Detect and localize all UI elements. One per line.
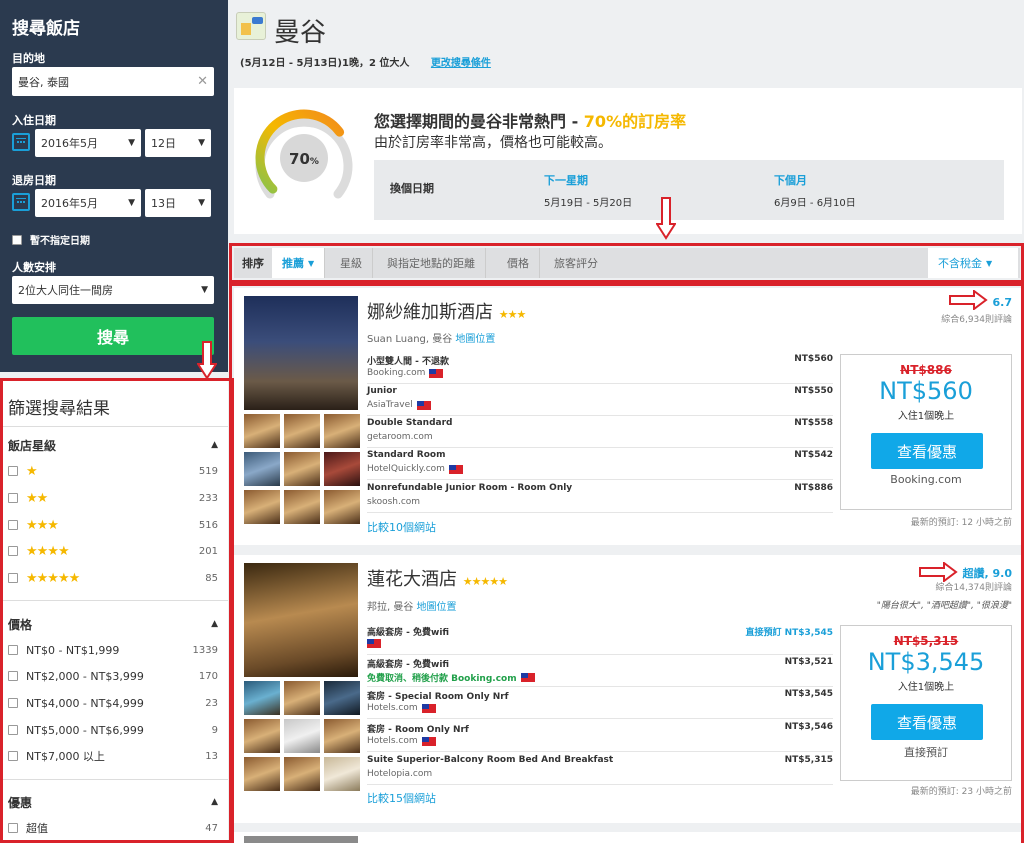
gauge-unit: %: [310, 157, 319, 167]
search-button[interactable]: 搜尋: [12, 317, 214, 355]
checkout-label: 退房日期: [12, 174, 56, 187]
annotation-arrow-icon: [656, 197, 676, 240]
annotation-box: [0, 378, 234, 843]
annotation-arrow-icon: [197, 341, 217, 380]
popularity-subtitle: 由於訂房率非常高，價格也可能較高。: [374, 135, 612, 151]
guests-label: 人數安排: [12, 261, 56, 274]
checkout-month-select[interactable]: 2016年5月 ▼: [35, 189, 141, 217]
search-heading: 搜尋飯店: [12, 19, 80, 39]
calendar-icon[interactable]: [12, 133, 30, 151]
occupancy-gauge: 70%: [255, 109, 353, 199]
destination-input[interactable]: 曼谷, 泰國 ✕: [12, 67, 214, 96]
no-dates-checkbox[interactable]: 暫不指定日期: [12, 232, 90, 247]
change-search-link[interactable]: 更改搜尋條件: [431, 58, 491, 69]
popularity-panel: 70% 您選擇期間的曼谷非常熱門 - 70%的訂房率 由於訂房率非常高，價格也可…: [234, 88, 1022, 234]
change-dates-label: 換個日期: [390, 182, 434, 195]
checkin-label: 入住日期: [12, 114, 56, 127]
popularity-title-text: 您選擇期間的曼谷非常熱門 -: [374, 112, 584, 131]
chevron-down-icon: ▼: [198, 138, 205, 148]
checkout-day-select[interactable]: 13日 ▼: [145, 189, 211, 217]
next-week-link[interactable]: 下一星期: [544, 172, 588, 188]
next-month-dates: 6月9日 - 6月10日: [774, 198, 856, 209]
checkbox[interactable]: [12, 234, 22, 245]
clear-icon[interactable]: ✕: [197, 74, 208, 89]
occupancy-highlight: 70%的訂房率: [583, 112, 687, 131]
guests-select[interactable]: 2位大人同住一間房 ▼: [12, 276, 214, 304]
gauge-value: 70: [289, 150, 310, 168]
next-week-dates: 5月19日 - 5月20日: [544, 198, 633, 209]
chevron-down-icon: ▼: [201, 285, 208, 295]
destination-label: 目的地: [12, 52, 45, 65]
alternate-dates: 換個日期 下一星期 5月19日 - 5月20日 下個月 6月9日 - 6月10日: [374, 160, 1004, 220]
search-summary: (5月12日 - 5月13日)1晚，2 位大人 更改搜尋條件: [240, 54, 491, 69]
next-month-link[interactable]: 下個月: [774, 172, 807, 188]
popularity-title: 您選擇期間的曼谷非常熱門 - 70%的訂房率: [374, 108, 686, 132]
guests-value: 2位大人同住一間房: [18, 284, 113, 297]
chevron-down-icon: ▼: [128, 198, 135, 208]
checkin-month-value: 2016年5月: [41, 137, 98, 150]
page-title: 曼谷: [274, 18, 327, 48]
annotation-box: [229, 243, 1024, 283]
summary-text: (5月12日 - 5月13日)1晚，2 位大人: [240, 58, 410, 69]
destination-value: 曼谷, 泰國: [18, 75, 69, 89]
map-icon: [236, 12, 266, 40]
checkout-day-value: 13日: [151, 197, 176, 210]
checkin-month-select[interactable]: 2016年5月 ▼: [35, 129, 141, 157]
no-dates-label: 暫不指定日期: [30, 236, 90, 247]
checkout-month-value: 2016年5月: [41, 197, 98, 210]
checkin-day-value: 12日: [151, 137, 176, 150]
chevron-down-icon: ▼: [198, 198, 205, 208]
search-panel: 搜尋飯店 目的地 曼谷, 泰國 ✕ 入住日期 2016年5月 ▼ 12日 ▼ 退房日…: [0, 0, 228, 372]
checkin-day-select[interactable]: 12日 ▼: [145, 129, 211, 157]
annotation-box: [229, 283, 1024, 843]
calendar-icon[interactable]: [12, 193, 30, 211]
chevron-down-icon: ▼: [128, 138, 135, 148]
